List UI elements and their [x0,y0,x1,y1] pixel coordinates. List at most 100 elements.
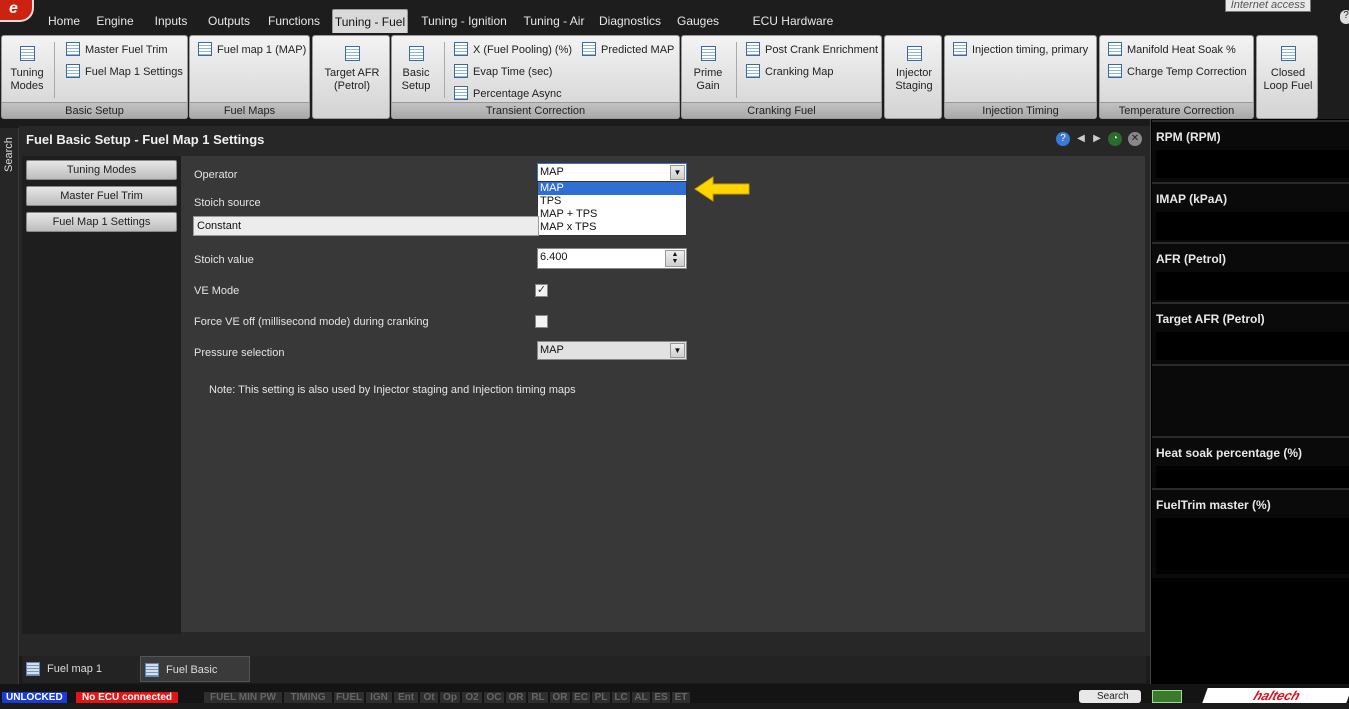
gauge-fueltrim-master-display [1156,518,1349,574]
doc-tab-fuel-basic-setup[interactable]: Fuel Basic Setup [140,656,250,702]
group-cranking-fuel: Prime Gain Post Crank Enrichment Crankin… [681,35,882,119]
tab-gauges[interactable]: Gauges [674,9,722,33]
divider [54,42,55,98]
tab-home[interactable]: Home [44,9,84,33]
gauge-heat-soak-label: Heat soak percentage (%) [1156,446,1303,460]
settings-icon [145,663,159,677]
indicator-rl: RL [528,692,548,703]
percentage-async-label: Percentage Async [473,88,562,100]
doc-tab-fuel-map-1[interactable]: Fuel map 1 (MAP) [22,656,136,701]
operator-option-map-times-tps[interactable]: MAP x TPS [538,221,686,234]
predicted-map-button[interactable]: Predicted MAP [582,42,674,57]
unlocked-badge: UNLOCKED [2,692,67,703]
tab-ecu-hardware-settings[interactable]: ECU Hardware Settings [734,9,852,52]
tab-outputs[interactable]: Outputs [202,9,256,33]
gauge-rpm-display [1156,150,1349,178]
group-injection-timing: Injection timing, primary Injection Timi… [944,35,1097,119]
search-sidebar[interactable] [0,128,19,684]
gauge-target-afr[interactable]: Target AFR (Petrol) [1152,302,1349,364]
gauge-imap[interactable]: IMAP (kPaA) [1152,182,1349,242]
operator-option-map[interactable]: MAP [538,182,686,195]
stoich-value-input[interactable]: 6.400 ▲ ▼ [537,248,687,269]
injection-timing-primary-button[interactable]: Injection timing, primary [953,42,1088,57]
x-fuel-pooling-label: X (Fuel Pooling) (%) [473,44,573,56]
indicator-ot: Ot [420,692,438,703]
ve-mode-checkbox[interactable]: ✓ [535,284,548,297]
pressure-selection-value: MAP [540,344,564,356]
x-fuel-pooling-button[interactable]: X (Fuel Pooling) (%) [454,42,572,57]
injector-staging-button[interactable]: Injector Staging [887,46,941,93]
table-icon [454,86,468,100]
indicator-pl: PL [592,692,610,703]
tab-functions[interactable]: Functions [264,9,324,33]
gauge-empty[interactable] [1152,364,1349,436]
group-label-transient-correction: Transient Correction [392,102,679,118]
gauge-icon[interactable]: ◔ [1108,132,1122,146]
closed-loop-fuel-button[interactable]: Closed Loop Fuel [1259,46,1317,93]
nav-tuning-modes[interactable]: Tuning Modes [26,160,177,180]
help-icon[interactable]: ? [1340,10,1349,24]
search-sidebar-label[interactable]: Search [3,137,15,172]
group-label-injection-timing: Injection Timing [945,102,1096,118]
brand-logo: haltech [1202,688,1349,703]
gauge-fueltrim-master[interactable]: FuelTrim master (%) [1152,488,1349,578]
percentage-async-button[interactable]: Percentage Async [454,86,562,101]
internet-access-tab[interactable]: Internet access [1225,0,1311,12]
stoich-value-label: Stoich value [194,254,254,266]
cranking-map-button[interactable]: Cranking Map [746,64,833,79]
table-icon [66,42,80,56]
indicator-timing: TIMING [284,692,332,703]
table-icon [344,46,360,61]
fuel-map-1-settings-button[interactable]: Fuel Map 1 Settings [66,64,183,79]
force-ve-off-checkbox[interactable] [535,315,548,328]
indicator-es: ES [652,692,670,703]
evap-time-button[interactable]: Evap Time (sec) [454,64,552,79]
settings-icon [408,46,424,61]
tab-tuning-air[interactable]: Tuning - Air [520,9,588,33]
chevron-down-icon[interactable]: ▼ [670,343,685,358]
gauge-afr[interactable]: AFR (Petrol) [1152,242,1349,302]
basic-setup-button[interactable]: Basic Setup [396,46,436,93]
prime-gain-button[interactable]: Prime Gain [686,46,730,93]
nav-fuel-map-1-settings[interactable]: Fuel Map 1 Settings [26,212,177,232]
forward-arrow-icon[interactable]: ▶ [1090,132,1104,146]
tuning-modes-button[interactable]: Tuning Modes [6,46,48,93]
tab-engine[interactable]: Engine [92,9,138,33]
back-arrow-icon[interactable]: ◀ [1074,132,1088,146]
cranking-map-label: Cranking Map [765,66,834,78]
app-logo[interactable]: e [0,0,34,22]
close-icon[interactable]: ✕ [1128,132,1142,146]
group-fuel-maps: Fuel map 1 (MAP) Fuel Maps [189,35,310,119]
fuel-map-1-button[interactable]: Fuel map 1 (MAP) [198,42,306,57]
target-afr-button[interactable]: Target AFR (Petrol) [317,46,387,93]
help-icon[interactable]: ? [1056,132,1070,146]
pressure-selection-select[interactable]: MAP ▼ [537,341,687,360]
operator-select[interactable]: MAP ▼ [537,163,687,182]
tab-inputs[interactable]: Inputs [148,9,194,33]
tab-tuning-fuel[interactable]: Tuning - Fuel [332,9,408,33]
gauge-target-afr-display [1156,332,1349,360]
gauge-rpm-label: RPM (RPM) [1156,130,1221,144]
indicator-ent: Ent [394,692,418,703]
spin-stepper-icon[interactable]: ▲ ▼ [665,250,685,267]
tab-tuning-ignition[interactable]: Tuning - Ignition [418,9,510,33]
tab-diagnostics[interactable]: Diagnostics [598,9,662,33]
settings-icon [906,46,922,61]
nav-master-fuel-trim[interactable]: Master Fuel Trim [26,186,177,206]
chevron-down-icon[interactable]: ▼ [670,165,685,180]
group-transient-correction: Basic Setup X (Fuel Pooling) (%) Evap Ti… [391,35,680,119]
post-crank-enrichment-button[interactable]: Post Crank Enrichment [746,42,878,57]
manifold-heat-soak-button[interactable]: Manifold Heat Soak % [1108,42,1236,57]
charge-temp-correction-button[interactable]: Charge Temp Correction [1108,64,1247,79]
gauge-heat-soak[interactable]: Heat soak percentage (%) [1152,436,1349,494]
operator-option-map-plus-tps[interactable]: MAP + TPS [538,208,686,221]
stoich-source-field[interactable]: Constant [193,216,539,236]
gauge-rpm[interactable]: RPM (RPM) [1152,120,1349,182]
operator-option-tps[interactable]: TPS [538,195,686,208]
divider [736,42,737,98]
divider [444,42,445,98]
injector-staging-label: Injector Staging [895,67,933,92]
master-fuel-trim-button[interactable]: Master Fuel Trim [66,42,168,57]
group-label-fuel-maps: Fuel Maps [190,102,309,118]
search-button[interactable]: Search [1079,690,1141,703]
